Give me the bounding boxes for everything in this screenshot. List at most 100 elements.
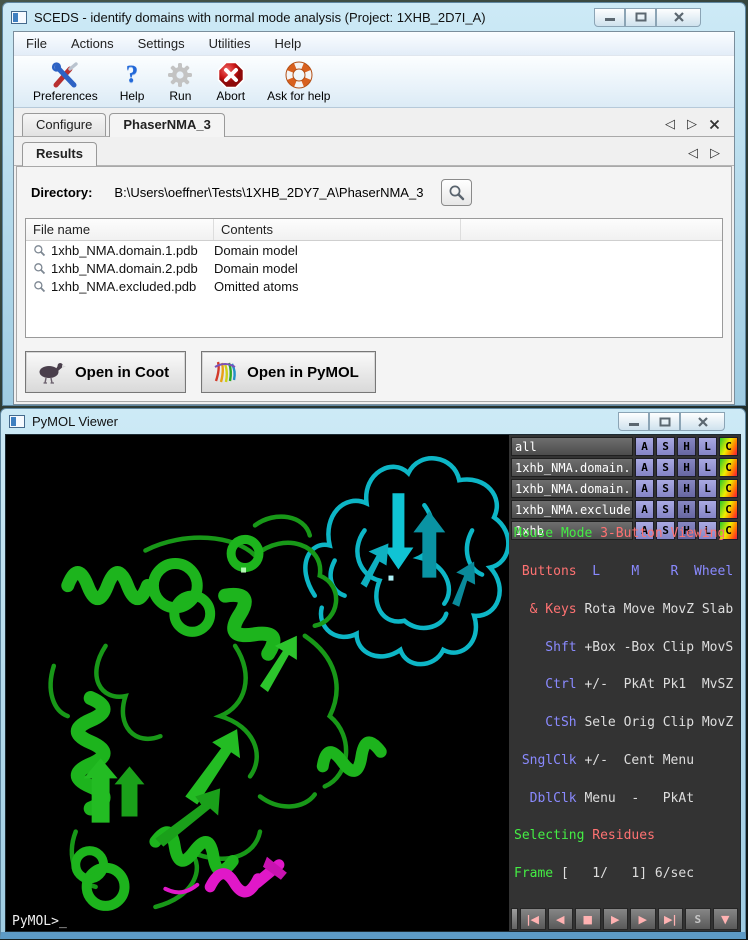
directory-label: Directory: <box>31 185 92 200</box>
sceds-app-icon <box>11 11 27 24</box>
run-label: Run <box>169 89 191 103</box>
mouse-mode-panel[interactable]: Mouse Mode 3-Button Viewing Buttons L M … <box>514 503 739 906</box>
coot-bird-icon <box>36 360 66 384</box>
object-label[interactable]: 1xhb_NMA.domain. <box>511 458 633 477</box>
object-label[interactable]: all <box>511 437 633 456</box>
hide-menu-button[interactable]: H <box>677 479 696 498</box>
abort-icon <box>217 61 245 89</box>
pymol-titlebar[interactable]: PyMOL Viewer <box>1 409 745 434</box>
minimize-icon <box>628 417 640 427</box>
tab-scroll-left-icon[interactable]: ◁ <box>665 116 675 132</box>
expand-menu-button[interactable]: ▼ <box>713 908 739 930</box>
show-menu-button[interactable]: S <box>656 479 675 498</box>
sceds-titlebar[interactable]: SCEDS - identify domains with normal mod… <box>3 3 745 31</box>
menu-settings[interactable]: Settings <box>138 36 185 51</box>
open-in-pymol-button[interactable]: Open in PyMOL <box>201 351 376 393</box>
tab-close-icon[interactable] <box>709 119 720 130</box>
ask-for-help-button[interactable]: Ask for help <box>258 58 339 105</box>
mouse-panel-text: Buttons <box>514 564 577 579</box>
stop-button[interactable]: ■ <box>575 908 601 930</box>
pymol-window: PyMOL Viewer <box>0 408 746 939</box>
menu-help[interactable]: Help <box>274 36 301 51</box>
mouse-panel-text: +Box -Box Clip MovS <box>577 640 734 655</box>
file-contents: Omitted atoms <box>214 279 715 294</box>
hide-menu-button[interactable]: H <box>677 437 696 456</box>
subtab-scroll-left-icon[interactable]: ◁ <box>688 145 698 161</box>
3d-viewport[interactable]: PyMOL>_ <box>6 435 509 931</box>
file-name: 1xhb_NMA.domain.1.pdb <box>51 243 198 258</box>
maximize-button[interactable] <box>649 412 680 431</box>
mouse-panel-text: DblClk <box>514 791 577 806</box>
menu-utilities[interactable]: Utilities <box>209 36 251 51</box>
question-icon: ? <box>126 61 139 89</box>
label-menu-button[interactable]: L <box>698 458 717 477</box>
file-contents: Domain model <box>214 243 715 258</box>
frame-counter: [ 1/ 1] 6/sec <box>553 866 694 881</box>
pymol-client: PyMOL>_ all A S H L C 1xhb_NMA.domain. A… <box>5 434 741 932</box>
play-button[interactable]: ▶ <box>603 908 629 930</box>
label-menu-button[interactable]: L <box>698 479 717 498</box>
open-in-pymol-label: Open in PyMOL <box>247 364 359 381</box>
column-contents[interactable]: Contents <box>214 219 461 240</box>
browse-directory-button[interactable] <box>441 179 472 206</box>
tab-phasernma-3[interactable]: PhaserNMA_3 <box>109 113 224 137</box>
scene-button[interactable]: S <box>685 908 711 930</box>
help-button[interactable]: ? Help <box>111 58 154 105</box>
preferences-button[interactable]: Preferences <box>24 58 107 105</box>
pymol-side-panel: all A S H L C 1xhb_NMA.domain. A S H L C… <box>509 435 740 931</box>
object-row-domain2: 1xhb_NMA.domain. A S H L C <box>511 479 738 498</box>
sceds-window-title: SCEDS - identify domains with normal mod… <box>34 10 486 25</box>
action-menu-button[interactable]: A <box>635 437 654 456</box>
show-menu-button[interactable]: S <box>656 458 675 477</box>
maximize-icon <box>659 417 671 427</box>
main-tab-bar: Configure PhaserNMA_3 ◁ ▷ <box>14 108 734 137</box>
file-name: 1xhb_NMA.excluded.pdb <box>51 279 196 294</box>
selecting-mode-label[interactable]: Selecting <box>514 828 584 843</box>
mouse-panel-text: +/- PkAt Pk1 MvSZ <box>577 677 734 692</box>
mouse-panel-text: +/- Cent Menu <box>577 753 694 768</box>
subtab-scroll-right-icon[interactable]: ▷ <box>710 145 720 161</box>
menu-file[interactable]: File <box>26 36 47 51</box>
tab-results[interactable]: Results <box>22 142 97 166</box>
show-menu-button[interactable]: S <box>656 437 675 456</box>
object-label[interactable]: 1xhb_NMA.domain. <box>511 479 633 498</box>
pymol-command-prompt[interactable]: PyMOL>_ <box>12 914 67 929</box>
close-button[interactable] <box>680 412 725 431</box>
mouse-panel-text: 3-Button Viewing <box>600 526 725 541</box>
pymol-window-controls <box>618 412 725 431</box>
color-menu-button[interactable]: C <box>719 479 738 498</box>
selecting-mode-value[interactable]: Residues <box>584 828 654 843</box>
menu-actions[interactable]: Actions <box>71 36 114 51</box>
column-file-name[interactable]: File name <box>26 219 214 240</box>
close-icon <box>673 12 685 22</box>
step-back-button[interactable]: ◀ <box>548 908 574 930</box>
action-menu-button[interactable]: A <box>635 458 654 477</box>
directory-value: B:\Users\oeffner\Tests\1XHB_2DY7_A\Phase… <box>114 185 423 200</box>
run-button[interactable]: Run <box>157 58 203 105</box>
label-menu-button[interactable]: L <box>698 437 717 456</box>
minimize-button[interactable] <box>594 8 625 27</box>
maximize-button[interactable] <box>625 8 656 27</box>
tab-configure[interactable]: Configure <box>22 113 106 136</box>
step-forward-button[interactable]: ▶ <box>630 908 656 930</box>
color-menu-button[interactable]: C <box>719 437 738 456</box>
results-panel: Directory: B:\Users\oeffner\Tests\1XHB_2… <box>16 166 732 402</box>
panel-grip[interactable] <box>511 908 518 930</box>
go-to-start-button[interactable]: |◀ <box>520 908 546 930</box>
table-row[interactable]: 1xhb_NMA.domain.2.pdb Domain model <box>26 259 722 277</box>
table-row[interactable]: 1xhb_NMA.excluded.pdb Omitted atoms <box>26 277 722 295</box>
minimize-button[interactable] <box>618 412 649 431</box>
table-row[interactable]: 1xhb_NMA.domain.1.pdb Domain model <box>26 241 722 259</box>
abort-button[interactable]: Abort <box>207 58 254 105</box>
mouse-panel-text: Menu - PkAt <box>577 791 694 806</box>
mouse-panel-text: Rota Move MovZ Slab <box>577 602 734 617</box>
close-button[interactable] <box>656 8 701 27</box>
tab-scroll-right-icon[interactable]: ▷ <box>687 116 697 132</box>
pymol-app-icon <box>9 415 25 428</box>
open-in-coot-button[interactable]: Open in Coot <box>25 351 186 393</box>
action-menu-button[interactable]: A <box>635 479 654 498</box>
color-menu-button[interactable]: C <box>719 458 738 477</box>
toolbar: Preferences ? Help <box>14 56 734 108</box>
hide-menu-button[interactable]: H <box>677 458 696 477</box>
go-to-end-button[interactable]: ▶| <box>658 908 684 930</box>
